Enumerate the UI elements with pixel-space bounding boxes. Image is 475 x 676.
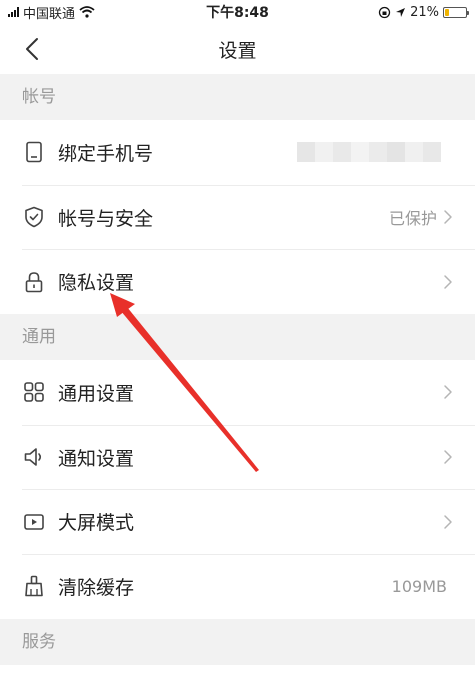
row-bind-phone[interactable]: 绑定手机号 <box>0 120 475 185</box>
section-header-account: 帐号 <box>0 74 475 120</box>
orientation-lock-icon <box>378 6 391 18</box>
shield-check-icon <box>22 205 46 229</box>
status-right: 21% <box>378 4 469 20</box>
row-value: 109MB <box>391 576 447 596</box>
services-list-start <box>0 664 475 676</box>
row-label: 大屏模式 <box>58 512 135 535</box>
grid-icon <box>22 380 46 404</box>
row-notification-settings[interactable]: 通知设置 <box>0 424 475 490</box>
phone-icon <box>22 140 46 164</box>
back-button[interactable] <box>18 35 46 63</box>
nav-bar: 设置 <box>0 24 475 74</box>
location-icon <box>396 7 406 17</box>
carrier-label: 中国联通 <box>23 6 76 22</box>
chevron-right-icon <box>444 274 452 289</box>
row-label: 通知设置 <box>58 447 135 470</box>
play-screen-icon <box>22 510 46 534</box>
status-bar: 中国联通 下午8:48 21% <box>0 0 475 24</box>
chevron-right-icon <box>444 385 452 400</box>
wifi-icon <box>79 6 95 18</box>
section-header-services: 服务 <box>0 618 475 665</box>
chevron-right-icon <box>444 450 452 464</box>
chevron-right-icon <box>444 515 452 529</box>
chevron-left-icon <box>26 38 38 60</box>
row-account-security[interactable]: 帐号与安全 已保护 <box>0 184 475 250</box>
row-privacy-settings[interactable]: 隐私设置 <box>0 249 475 314</box>
account-list: 绑定手机号 帐号与安全 已保护 隐私设置 <box>0 120 475 315</box>
status-left: 中国联通 <box>8 3 95 22</box>
page-title: 设置 <box>218 39 257 62</box>
row-value: 已保护 <box>388 209 437 229</box>
row-label: 隐私设置 <box>58 272 135 295</box>
masked-phone-number <box>297 142 441 163</box>
chevron-right-icon <box>444 210 452 224</box>
row-clear-cache[interactable]: 清除缓存 109MB <box>0 554 475 619</box>
row-label: 通用设置 <box>58 382 135 405</box>
row-label: 帐号与安全 <box>58 207 154 230</box>
battery-icon <box>443 6 469 18</box>
broom-icon <box>22 574 46 598</box>
battery-level <box>445 8 450 16</box>
row-large-screen-mode[interactable]: 大屏模式 <box>0 489 475 554</box>
lock-icon <box>22 270 46 294</box>
speaker-icon <box>22 445 46 469</box>
section-header-general: 通用 <box>0 314 475 361</box>
signal-icon <box>8 7 19 17</box>
row-label: 清除缓存 <box>58 576 135 599</box>
general-list: 通用设置 通知设置 大屏模式 清除缓存 109MB <box>0 360 475 619</box>
battery-percent: 21% <box>410 4 439 20</box>
row-general-settings[interactable]: 通用设置 <box>0 360 475 425</box>
row-label: 绑定手机号 <box>58 142 154 165</box>
